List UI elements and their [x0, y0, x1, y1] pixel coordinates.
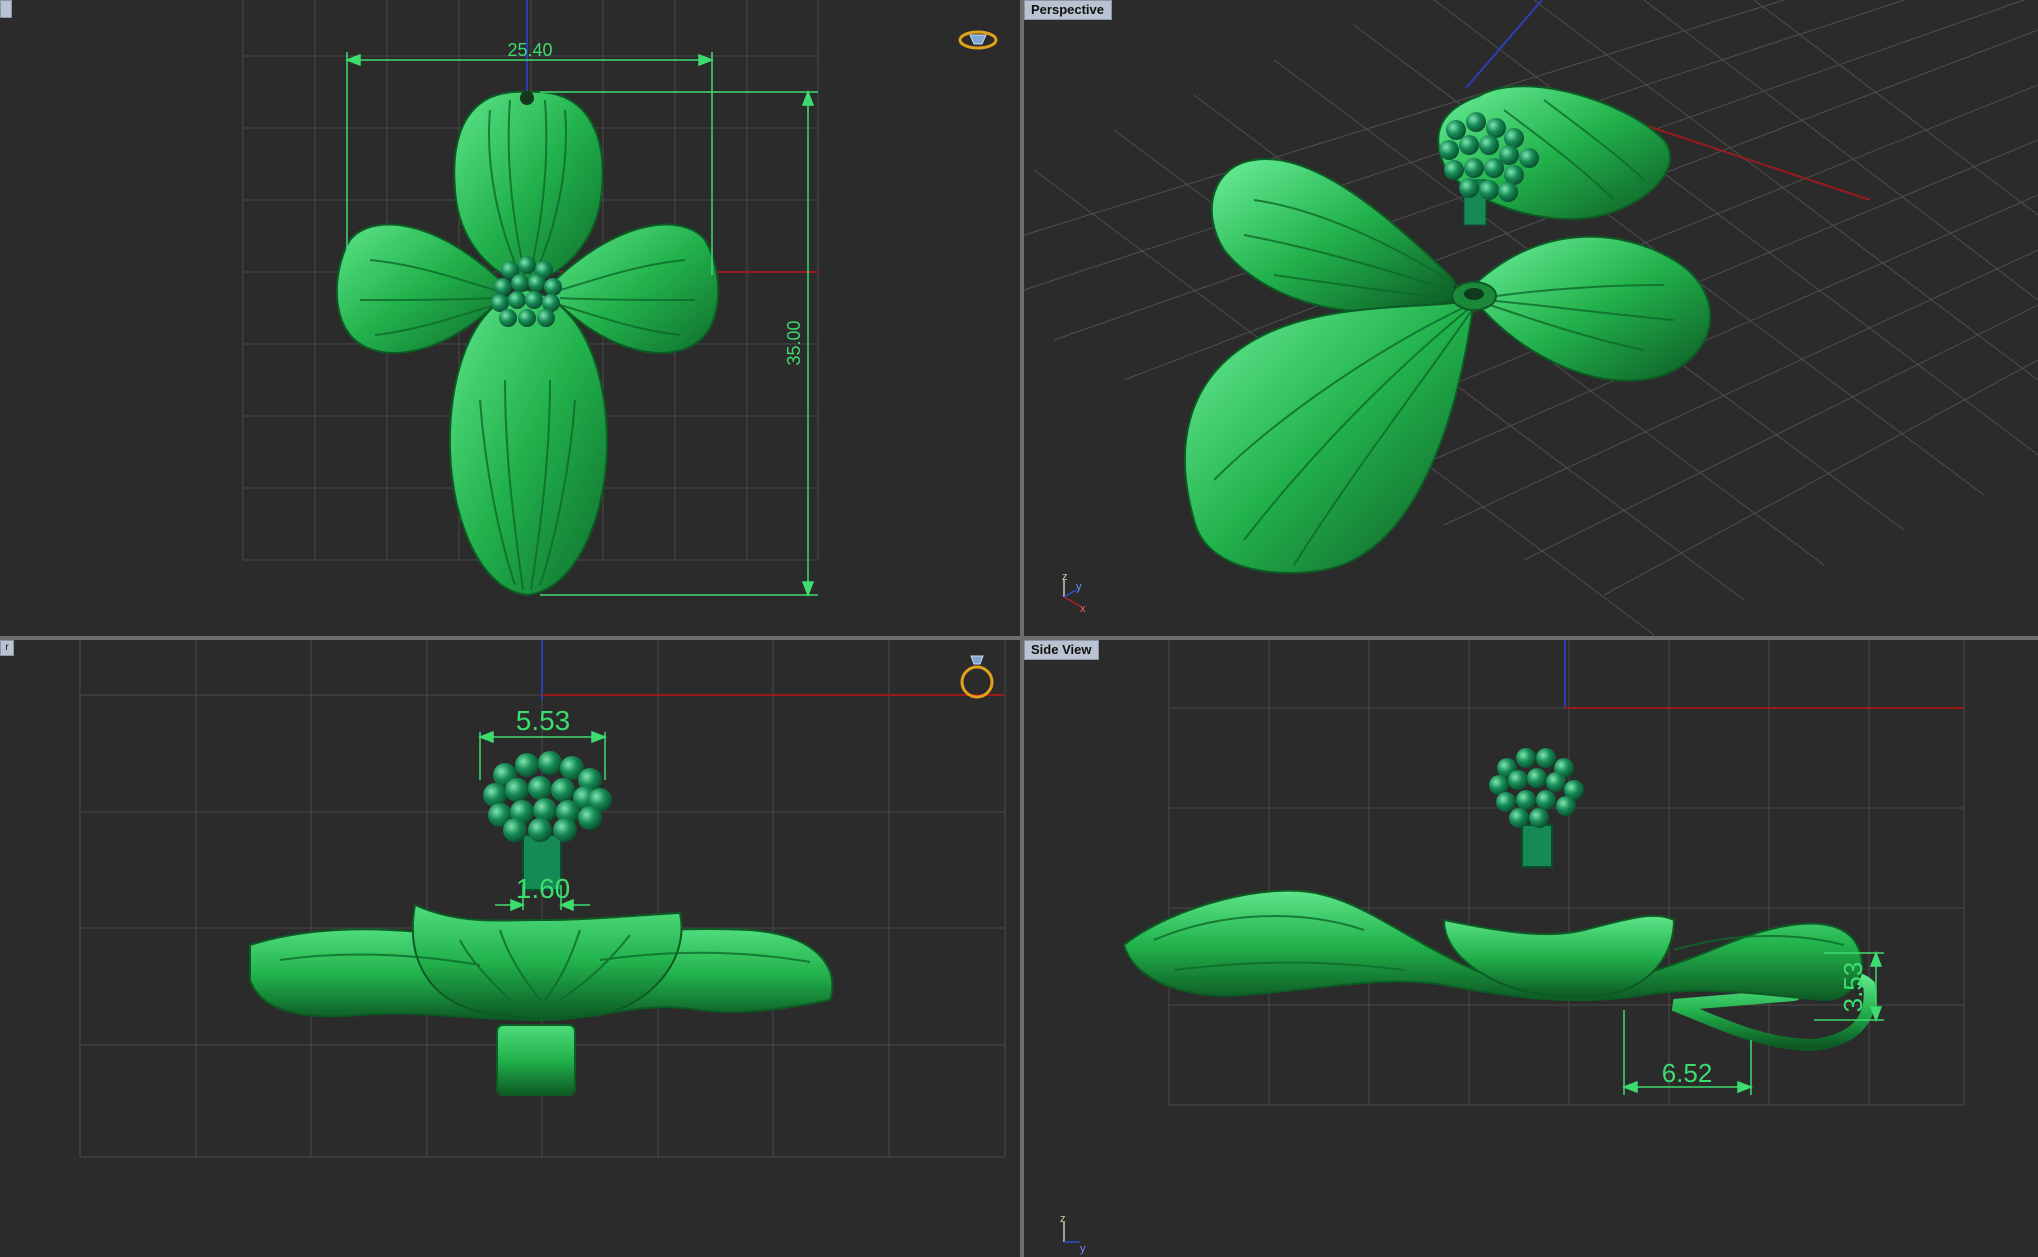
- gizmo-x-label: x: [1080, 603, 1086, 615]
- dimension-label-stem: 1.60: [516, 873, 571, 904]
- axis-gizmo-side: z y: [1060, 1213, 1086, 1255]
- z-axis-line: [1465, 0, 1543, 89]
- dimension-label-loop-width: 6.52: [1662, 1058, 1713, 1088]
- front-viewport[interactable]: r 5.53 1.60: [0, 640, 1020, 1257]
- dimension-label-width: 25.40: [507, 40, 552, 60]
- dimension-label-height: 35.00: [784, 320, 804, 365]
- flower-side-view: [1122, 748, 1876, 1052]
- viewport-label-perspective[interactable]: Perspective: [1024, 0, 1112, 20]
- gem-icon[interactable]: [958, 30, 998, 50]
- gizmo-z-label-side: z: [1060, 1213, 1066, 1225]
- axis-gizmo-persp: z y x: [1062, 571, 1086, 615]
- perspective-viewport-canvas[interactable]: z y x: [1024, 0, 2038, 636]
- flower-front-view: [249, 751, 834, 1096]
- top-viewport-canvas[interactable]: 25.40 35.00: [0, 0, 1020, 636]
- front-viewport-canvas[interactable]: 5.53 1.60: [0, 640, 1020, 1257]
- gizmo-y-label: y: [1076, 581, 1082, 593]
- perspective-viewport[interactable]: Perspective z y x: [1024, 0, 2038, 636]
- stamen-cluster-front: [483, 751, 612, 842]
- gizmo-z-label: z: [1062, 571, 1068, 583]
- flower-perspective: [1183, 85, 1712, 574]
- flower-top-view: [335, 90, 720, 597]
- top-viewport[interactable]: 25.40 35.00: [0, 0, 1020, 636]
- ring-icon[interactable]: [960, 655, 994, 699]
- dimension-label-stamen: 5.53: [516, 705, 571, 736]
- viewport-label-top[interactable]: [0, 0, 12, 18]
- stamen-cluster-side: [1489, 748, 1584, 828]
- dimension-label-loop-height: 3.53: [1838, 962, 1868, 1013]
- viewport-label-front[interactable]: r: [0, 640, 14, 656]
- side-viewport[interactable]: Side View 3.53 6.52 z y: [1024, 640, 2038, 1257]
- viewport-label-side[interactable]: Side View: [1024, 640, 1100, 660]
- side-viewport-canvas[interactable]: 3.53 6.52 z y: [1024, 640, 2038, 1257]
- gizmo-y-label-side: y: [1080, 1243, 1086, 1255]
